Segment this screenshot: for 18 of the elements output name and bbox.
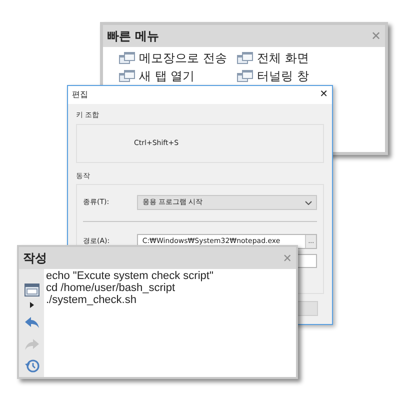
window-icon: [119, 70, 135, 82]
dialog-title: 편집: [72, 89, 88, 101]
undo-arrow-icon[interactable]: [24, 314, 40, 330]
window-title: 작성: [23, 250, 47, 267]
window-stack-icon[interactable]: [24, 282, 40, 298]
chevron-down-icon: [305, 200, 312, 204]
menu-item[interactable]: 터널링 창: [237, 68, 347, 84]
menu-item[interactable]: 전체 화면: [237, 50, 347, 66]
menu-item[interactable]: 새 탭 열기: [119, 68, 229, 84]
caret-icon[interactable]: [30, 302, 34, 308]
window-icon: [119, 52, 135, 64]
window-title: 빠른 메뉴: [107, 28, 160, 45]
window-icon: [237, 52, 253, 64]
window-icon: [237, 70, 253, 82]
script-text: echo "Excute system check script" cd /home/user/bash_script ./system_check.sh: [46, 270, 214, 306]
history-icon[interactable]: [24, 358, 40, 374]
close-icon[interactable]: ✕: [320, 90, 328, 100]
menu-item[interactable]: 메모장으로 전송: [119, 50, 229, 66]
